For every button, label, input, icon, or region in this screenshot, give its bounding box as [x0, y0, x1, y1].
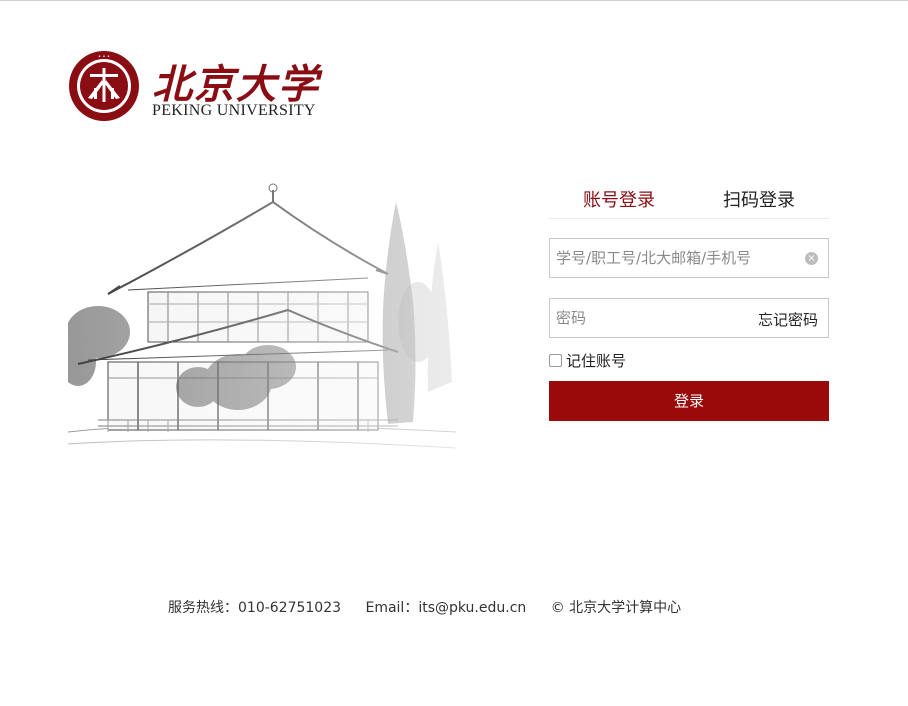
- footer-copyright: © 北京大学计算中心: [550, 600, 682, 616]
- tab-qrcode-login[interactable]: 扫码登录: [723, 186, 795, 212]
- password-field-container: 忘记密码: [549, 298, 829, 338]
- logo-english-name: PEKING UNIVERSITY: [152, 102, 316, 119]
- footer-email: Email：its@pku.edu.cn: [365, 600, 527, 616]
- footer-hotline: 服务热线：010-62751023: [168, 600, 342, 616]
- clear-icon[interactable]: ×: [805, 252, 818, 265]
- university-logo: • • • 北京大学 PEKING UNIVERSITY: [68, 48, 328, 124]
- svg-text:• • •: • • •: [98, 54, 110, 60]
- top-divider: [0, 0, 908, 1]
- login-tabs: 账号登录 扫码登录: [549, 182, 829, 219]
- password-input[interactable]: [556, 299, 786, 337]
- login-button[interactable]: 登录: [549, 381, 829, 421]
- campus-building-sketch: [68, 182, 456, 474]
- remember-label: 记住账号: [566, 352, 627, 370]
- username-input[interactable]: [556, 239, 786, 277]
- footer: 服务热线：010-62751023 Email：its@pku.edu.cn ©…: [168, 597, 701, 617]
- remember-checkbox[interactable]: [549, 354, 562, 367]
- tab-account-login[interactable]: 账号登录: [583, 186, 655, 212]
- university-seal-icon: • • •: [69, 51, 139, 121]
- remember-account[interactable]: 记住账号: [549, 350, 626, 370]
- login-page: • • • 北京大学 PEKING UNIVERSITY 账号登录 扫码登录 学…: [0, 0, 908, 706]
- username-field-container: ×: [549, 238, 829, 278]
- forgot-password-link[interactable]: 忘记密码: [758, 309, 818, 330]
